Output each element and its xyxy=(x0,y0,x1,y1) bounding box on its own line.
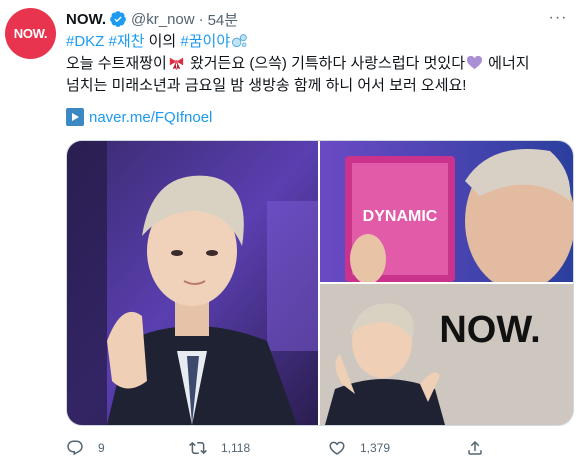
reply-icon xyxy=(67,440,83,456)
tweet-text: #DKZ #재찬 이의 #꿈이야 오늘 수트재짱이 왔거든요 (으쓱) 기특하다… xyxy=(66,31,572,97)
tweet-card[interactable]: NOW. NOW. @kr_now · 54분 ··· #DKZ #재찬 이의 … xyxy=(0,0,588,469)
retweet-button[interactable]: 1,118 xyxy=(189,437,250,459)
text-segment: 오늘 수트재짱이 xyxy=(66,55,167,72)
heart-emoji xyxy=(466,54,483,71)
reply-count: 9 xyxy=(98,441,105,455)
user-handle[interactable]: @kr_now xyxy=(131,11,195,28)
retweet-count: 1,118 xyxy=(221,441,251,455)
verified-badge-icon xyxy=(109,10,127,28)
like-count: 1,379 xyxy=(360,441,391,455)
hashtag-dkz[interactable]: #DKZ xyxy=(66,33,104,50)
tweet-text-line-2: 오늘 수트재짱이 왔거든요 (으쓱) 기특하다 사랑스럽다 멋있다 에너지 xyxy=(66,53,572,75)
play-button-icon xyxy=(66,108,84,126)
tweet-text-line-3: 넘치는 미래소년과 금요일 밤 생방송 함께 하니 어서 보러 오세요! xyxy=(66,77,467,94)
media-grid: DYNAMIC NOW. xyxy=(66,140,574,426)
hashtag-jaechan[interactable]: #재찬 xyxy=(109,33,145,50)
retweet-icon xyxy=(189,441,207,455)
link-row[interactable]: naver.me/FQIfnoel xyxy=(66,108,212,126)
tweet-link[interactable]: naver.me/FQIfnoel xyxy=(89,109,212,126)
display-name[interactable]: NOW. xyxy=(66,11,106,28)
photo2-sign-text: DYNAMIC xyxy=(363,208,438,225)
reply-button[interactable]: 9 xyxy=(66,437,105,459)
photo3-sign-text: NOW. xyxy=(439,309,540,351)
more-icon[interactable]: ··· xyxy=(546,6,570,30)
hashtag-dream[interactable]: #꿈이야 xyxy=(180,33,230,50)
tweet-timestamp[interactable]: 54분 xyxy=(208,9,239,30)
avatar-logo-text: NOW. xyxy=(13,26,48,41)
photo-3[interactable]: NOW. xyxy=(320,284,573,425)
like-icon xyxy=(329,441,345,455)
text-segment: 이의 xyxy=(144,33,181,50)
action-bar: 9 1,118 1,379 xyxy=(66,437,572,459)
ribbon-emoji xyxy=(168,54,185,71)
share-button[interactable] xyxy=(466,437,484,459)
like-button[interactable]: 1,379 xyxy=(328,437,390,459)
photo-1[interactable] xyxy=(67,141,318,425)
tweet-text-line-1: #DKZ #재찬 이의 #꿈이야 xyxy=(66,31,572,53)
text-segment: 왔거든요 (으쓱) 기특하다 사랑스럽다 멋있다 xyxy=(185,55,466,72)
photo-2[interactable]: DYNAMIC xyxy=(320,141,573,282)
bubbles-emoji xyxy=(231,32,248,49)
tweet-header: NOW. @kr_now · 54분 xyxy=(66,9,238,29)
share-icon xyxy=(468,440,482,455)
header-separator: · xyxy=(198,10,204,28)
avatar[interactable]: NOW. xyxy=(5,8,56,59)
text-segment: 에너지 xyxy=(484,55,530,72)
